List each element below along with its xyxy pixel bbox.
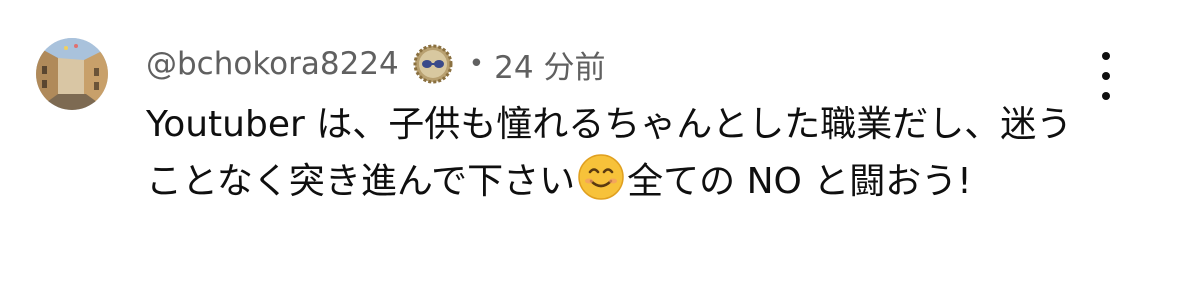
more-dot — [1102, 52, 1110, 60]
more-vert-icon[interactable] — [1088, 52, 1124, 100]
comment-text: Youtuber は、子供も憧れるちゃんとした職業だし、迷うことなく突き進んで下… — [146, 96, 1076, 210]
author-handle[interactable]: @bchokora8224 — [146, 46, 399, 82]
member-badge-icon — [411, 42, 455, 86]
comment-text-part2: 全ての NO と闘おう! — [627, 161, 972, 202]
comment-header: @bchokora8224 • 24 分前 — [146, 38, 605, 90]
separator-dot: • — [468, 49, 485, 79]
more-dot — [1102, 72, 1110, 80]
smiling-face-emoji-icon — [577, 153, 625, 201]
comment-timestamp[interactable]: 24 分前 — [494, 42, 605, 87]
avatar[interactable] — [36, 38, 108, 110]
more-dot — [1102, 92, 1110, 100]
